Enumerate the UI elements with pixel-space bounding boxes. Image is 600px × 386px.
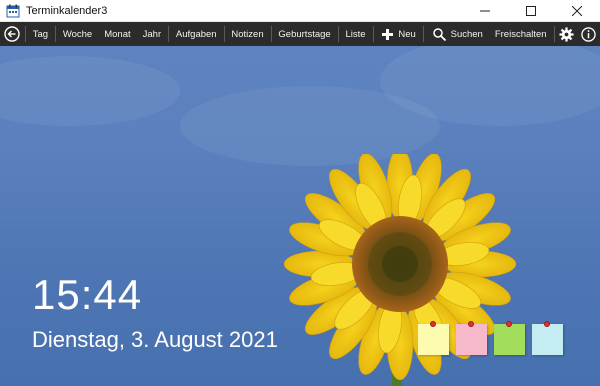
maximize-button[interactable]	[508, 0, 554, 22]
toolbar-separator	[168, 26, 169, 42]
settings-button[interactable]	[555, 22, 577, 46]
pin-icon	[506, 321, 512, 327]
pin-icon	[468, 321, 474, 327]
sticky-note-blue[interactable]	[532, 321, 563, 355]
back-circle-icon	[4, 26, 20, 42]
close-button[interactable]	[554, 0, 600, 22]
gear-icon	[559, 26, 574, 42]
main-toolbar: Tag Woche Monat Jahr Aufgaben Notizen Ge…	[0, 22, 600, 46]
tab-tag[interactable]: Tag	[27, 22, 54, 46]
sticky-note-pink[interactable]	[456, 321, 487, 355]
sticky-notes	[418, 321, 563, 355]
toolbar-separator	[55, 26, 56, 42]
desktop-background: 15:44 Dienstag, 3. August 2021	[0, 46, 600, 386]
tab-jahr[interactable]: Jahr	[137, 22, 167, 46]
search-icon	[432, 27, 446, 41]
search-button[interactable]: Suchen	[425, 22, 489, 46]
unlock-button[interactable]: Freischalten	[489, 22, 553, 46]
minimize-button[interactable]	[462, 0, 508, 22]
title-bar: Terminkalender3	[0, 0, 600, 22]
toolbar-separator	[553, 26, 555, 42]
calendar-app-icon	[6, 4, 20, 17]
maximize-icon	[526, 6, 536, 16]
toolbar-separator	[223, 26, 225, 42]
clock-time: 15:44	[32, 271, 143, 318]
toolbar-separator	[270, 26, 272, 42]
window-controls	[462, 0, 600, 22]
plus-icon	[382, 28, 394, 40]
info-button[interactable]	[578, 22, 600, 46]
sticky-note-green[interactable]	[494, 321, 525, 355]
close-icon	[572, 6, 582, 16]
window-title: Terminkalender3	[26, 4, 108, 17]
back-button[interactable]	[0, 22, 24, 46]
minimize-icon	[480, 10, 490, 12]
toolbar-separator	[422, 26, 424, 42]
sticky-note-yellow[interactable]	[418, 321, 449, 355]
pin-icon	[430, 321, 436, 327]
toolbar-separator	[24, 26, 26, 42]
new-button-label: Neu	[398, 28, 416, 40]
tab-notizen[interactable]: Notizen	[225, 22, 269, 46]
tab-woche[interactable]: Woche	[57, 22, 98, 46]
tab-liste[interactable]: Liste	[340, 22, 372, 46]
pin-icon	[544, 321, 550, 327]
search-button-label: Suchen	[450, 28, 483, 40]
tab-monat[interactable]: Monat	[98, 22, 136, 46]
tab-geburtstage[interactable]: Geburtstage	[272, 22, 336, 46]
tab-aufgaben[interactable]: Aufgaben	[170, 22, 223, 46]
new-button[interactable]: Neu	[374, 22, 421, 46]
clock-date: Dienstag, 3. August 2021	[32, 327, 278, 352]
cloud-haze	[0, 56, 180, 126]
toolbar-separator	[337, 26, 339, 42]
info-icon	[581, 26, 597, 42]
toolbar-separator	[372, 26, 374, 42]
